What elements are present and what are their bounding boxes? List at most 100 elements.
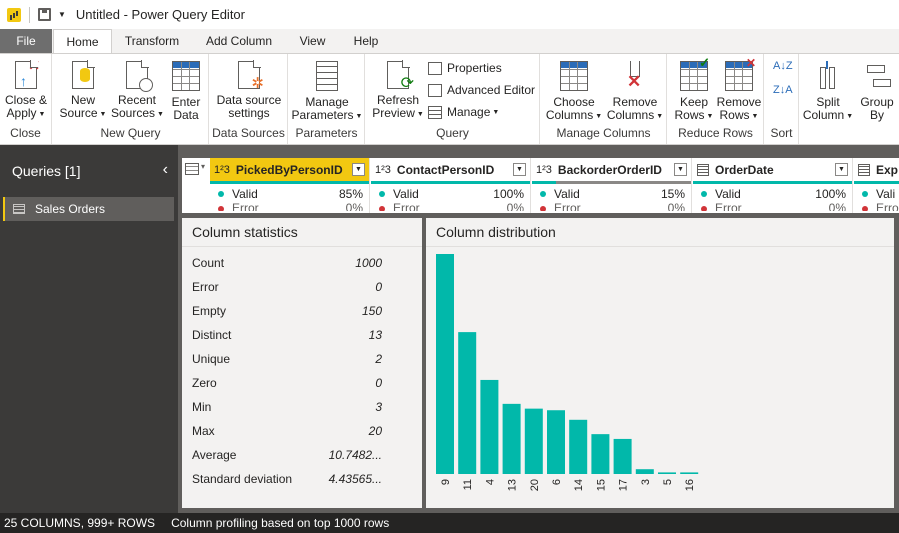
tab-transform[interactable]: Transform [112,29,192,53]
whole-number-type-icon[interactable]: 1²3 [214,164,230,176]
clock-icon [139,78,153,92]
column-filter-dropdown-icon[interactable]: ▼ [674,163,687,176]
remove-rows-label-2: Rows [719,108,750,122]
distribution-bar-11[interactable] [458,332,477,474]
stat-value: 20 [368,424,382,438]
group-label-sort: Sort [770,126,793,140]
distribution-bar-17[interactable] [613,438,632,474]
recent-sources-button[interactable]: Recent Sources ▼ [111,58,164,121]
column-header-backorderorderid[interactable]: 1²3 BackorderOrderID ▼ Valid 15% Error 0% [532,158,692,213]
column-filter-dropdown-icon[interactable]: ▼ [513,163,526,176]
stat-label: Distinct [192,328,232,342]
manage-parameters-icon [316,61,338,91]
distribution-bar-13[interactable] [502,403,521,474]
save-icon[interactable] [38,8,51,21]
tab-add-column[interactable]: Add Column [195,29,283,53]
recent-sources-label-2: Sources [111,106,156,120]
status-profiling-info[interactable]: Column profiling based on top 1000 rows [171,516,389,530]
stat-row-count: Count 1000 [192,256,382,280]
enter-data-icon [172,61,200,91]
distribution-tick-label: 9 [440,479,452,485]
query-item-label: Sales Orders [35,202,106,216]
split-column-button[interactable]: Split Column ▼ [800,58,856,123]
column-headers: 1²3 PickedByPersonID ▼ Valid85% Error0% … [182,158,899,213]
status-bar: 25 COLUMNS, 999+ ROWS Column profiling b… [0,513,899,533]
whole-number-type-icon[interactable]: 1²3 [375,164,391,176]
tab-help[interactable]: Help [343,29,389,53]
distribution-bar-6[interactable] [547,410,565,474]
sort-descending-button[interactable]: Z↓A [773,84,793,96]
error-dot-icon [540,206,546,211]
keep-rows-icon: ✓ [680,56,710,91]
valid-label: Vali [876,187,896,201]
distribution-tick-label: 14 [573,479,585,491]
column-header-orderdate[interactable]: OrderDate ▼ Valid 100% Error 0% [693,158,853,213]
column-filter-dropdown-icon[interactable]: ▼ [835,163,848,176]
stat-label: Average [192,448,237,462]
distribution-bar-9[interactable] [436,254,454,474]
data-source-settings-button[interactable]: ✲ Data source settings [212,58,286,120]
distribution-bar-4[interactable] [480,379,499,474]
enter-data-button[interactable]: Enter Data [165,58,207,122]
advanced-editor-label: Advanced Editor [447,83,536,97]
distribution-bar-14[interactable] [569,419,588,474]
ribbon: ✕ ↑ Close & Apply ▼ Close New Source ▼ Rec… [0,53,899,145]
group-reduce-rows: ✓ Keep Rows ▼ ✕ Remove Rows ▼ Reduce Rows [668,54,764,144]
error-label: Error [393,201,420,211]
manage-button[interactable]: Manage ▼ [428,105,499,119]
group-by-bottom-icon [873,79,891,87]
distribution-bar-20[interactable] [524,408,543,474]
choose-columns-button[interactable]: Choose Columns ▼ [545,58,603,123]
tab-file[interactable]: File [0,29,52,53]
remove-x-icon: ✕ [627,72,642,91]
stat-label: Error [192,280,219,294]
column-header-pickedbypersonid[interactable]: 1²3 PickedByPersonID ▼ Valid 85% Error 0% [210,158,370,213]
stat-value: 150 [361,304,382,318]
distribution-bar-3[interactable] [635,469,654,474]
error-label: Erro [876,201,899,211]
query-item-sales-orders[interactable]: Sales Orders [3,197,174,221]
tab-view[interactable]: View [290,29,335,53]
manage-parameters-button[interactable]: Manage Parameters ▼ [291,58,363,123]
group-by-button[interactable]: Group By [856,58,898,122]
column-distribution-title: Column distribution [426,218,894,247]
new-source-label-2: Source [59,106,98,120]
quick-access-dropdown-icon[interactable]: ▼ [58,10,66,19]
remove-rows-icon: ✕ [725,56,756,91]
title-separator [29,6,30,23]
keep-rows-button[interactable]: ✓ Keep Rows ▼ [672,56,716,123]
data-source-settings-label-2: settings [228,106,270,120]
collapse-pane-icon[interactable]: ‹ [163,161,168,179]
manage-icon [428,105,442,119]
group-new-query: New Source ▼ Recent Sources ▼ Enter Data N… [53,54,209,144]
choose-columns-icon [560,61,588,91]
error-percent: 0% [667,201,685,211]
refresh-preview-icon: ⟳ [387,60,414,92]
distribution-tick-label: 5 [662,479,674,485]
distribution-tick-label: 13 [507,479,519,491]
ribbon-tabs: File Home Transform Add Column View Help [0,29,899,54]
tab-home[interactable]: Home [53,29,112,54]
distribution-bar-15[interactable] [591,434,610,474]
new-source-button[interactable]: New Source ▼ [57,58,109,121]
close-apply-button[interactable]: ✕ ↑ Close & Apply ▼ [2,58,50,121]
valid-label: Valid [715,187,741,201]
sort-ascending-button[interactable]: A↓Z [773,60,793,72]
advanced-editor-button[interactable]: Advanced Editor [428,83,535,97]
remove-columns-button[interactable]: ✕ Remove Columns ▼ [605,58,665,123]
close-apply-icon: ✕ ↑ [15,58,40,89]
title-bar: ▼ Untitled - Power Query Editor [0,0,899,29]
column-header-exp[interactable]: Exp Vali Erro [854,158,899,213]
date-type-icon[interactable] [858,163,870,176]
remove-rows-button[interactable]: ✕ Remove Rows ▼ [716,56,762,123]
whole-number-type-icon[interactable]: 1²3 [536,164,552,176]
remove-rows-x-icon: ✕ [745,56,756,70]
table-menu-icon[interactable] [185,162,205,175]
distribution-bar-5[interactable] [658,472,676,474]
distribution-bar-16[interactable] [680,472,699,474]
column-filter-dropdown-icon[interactable]: ▼ [352,163,365,176]
column-header-contactpersonid[interactable]: 1²3 ContactPersonID ▼ Valid 100% Error 0% [371,158,531,213]
refresh-preview-button[interactable]: ⟳ Refresh Preview ▼ [370,58,426,121]
properties-button[interactable]: Properties [428,61,502,75]
date-type-icon[interactable] [697,163,709,176]
